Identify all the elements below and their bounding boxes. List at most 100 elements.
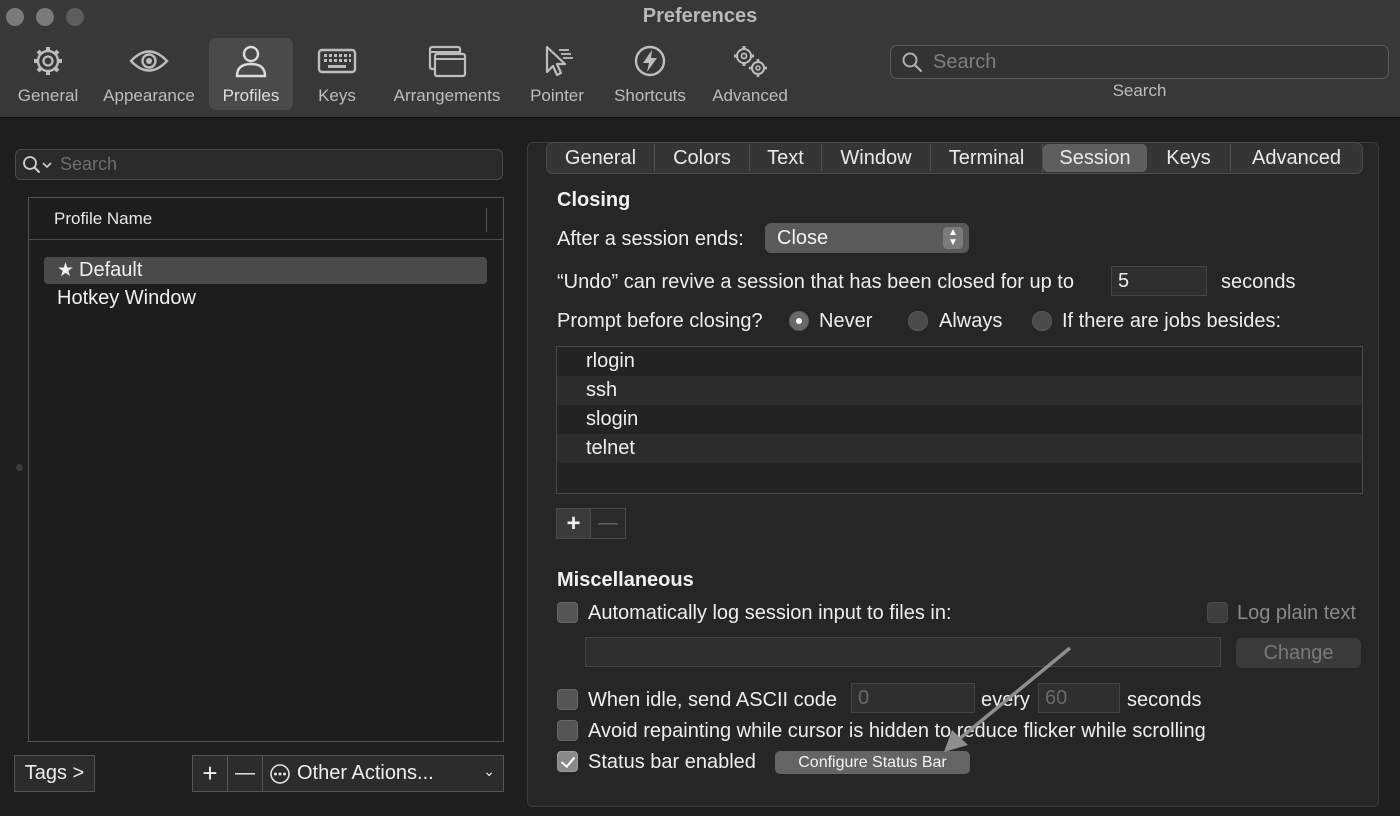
profile-search-field[interactable] <box>15 149 503 180</box>
gears-icon <box>734 46 767 77</box>
add-profile-button[interactable]: + <box>193 756 228 791</box>
log-plain-text-checkbox[interactable] <box>1207 602 1228 623</box>
add-job-button[interactable]: + <box>557 509 592 538</box>
tab-text[interactable]: Text <box>750 144 822 172</box>
preferences-search-input[interactable] <box>933 50 1363 74</box>
eye-icon <box>129 50 169 72</box>
tab-terminal[interactable]: Terminal <box>931 144 1043 172</box>
toolbar-general[interactable]: General <box>12 38 84 110</box>
radio-if-jobs-label: If there are jobs besides: <box>1062 310 1282 332</box>
ellipsis-circle-icon <box>270 763 290 784</box>
misc-section-title: Miscellaneous <box>557 569 694 591</box>
profile-row-label: Default <box>79 259 143 281</box>
avoid-repainting-label: Avoid repainting while cursor is hidden … <box>588 720 1206 742</box>
after-session-label: After a session ends: <box>557 228 744 250</box>
toolbar-general-label: General <box>17 86 79 105</box>
prompt-before-closing-label: Prompt before closing? <box>557 310 763 332</box>
after-session-select[interactable]: Close ▲ ▼ <box>765 223 969 253</box>
idle-seconds-field[interactable]: 60 <box>1038 683 1120 713</box>
profile-name-column-header: Profile Name <box>54 208 153 228</box>
profile-search-input[interactable] <box>60 154 490 175</box>
search-menu-icon[interactable] <box>22 155 54 175</box>
list-item[interactable]: ssh <box>557 376 1362 405</box>
radio-always-label: Always <box>939 310 1003 332</box>
toolbar-advanced[interactable]: Advanced <box>706 38 794 110</box>
pointer-icon <box>545 45 573 77</box>
configure-status-bar-button[interactable]: Configure Status Bar <box>775 751 970 774</box>
up-down-chevron-icon: ▲ ▼ <box>943 227 963 249</box>
idle-ascii-code-field[interactable]: 0 <box>851 683 975 713</box>
search-icon <box>902 52 923 73</box>
window-title: Preferences <box>642 5 758 27</box>
pane-splitter-handle[interactable] <box>16 464 23 471</box>
radio-never-label: Never <box>819 310 873 332</box>
tab-colors[interactable]: Colors <box>655 144 750 172</box>
list-item[interactable]: rlogin <box>557 347 1362 376</box>
gear-icon <box>34 47 62 75</box>
jobs-add-remove-group: + — <box>556 508 626 539</box>
chevron-down-icon: ⌄ <box>483 763 495 779</box>
change-log-directory-button[interactable]: Change <box>1236 638 1361 668</box>
closing-section-title: Closing <box>557 189 631 211</box>
log-session-label: Automatically log session input to files… <box>588 602 952 624</box>
toolbar-appearance[interactable]: Appearance <box>98 38 200 110</box>
idle-send-checkbox[interactable] <box>557 689 578 710</box>
toolbar-advanced-label: Advanced <box>712 86 788 105</box>
log-directory-field[interactable] <box>585 637 1221 667</box>
keyboard-icon <box>317 48 357 74</box>
remove-job-button[interactable]: — <box>591 509 625 538</box>
undo-seconds-unit: seconds <box>1221 271 1296 293</box>
search-caption: Search <box>1112 81 1167 100</box>
jobs-list: rlogin ssh slogin telnet <box>556 346 1363 494</box>
avoid-repainting-checkbox[interactable] <box>557 720 578 741</box>
status-bar-checkbox[interactable] <box>557 751 578 772</box>
profile-row-hotkey-window[interactable]: Hotkey Window <box>44 285 487 312</box>
other-actions-label: Other Actions... <box>297 762 434 784</box>
log-plain-text-label: Log plain text <box>1237 602 1356 624</box>
list-item[interactable]: telnet <box>557 434 1362 463</box>
tags-button[interactable]: Tags > <box>14 755 95 792</box>
preferences-search-field[interactable] <box>890 45 1389 79</box>
other-actions-menu[interactable]: Other Actions... ⌄ <box>263 756 503 791</box>
remove-profile-button[interactable]: — <box>228 756 263 791</box>
toolbar-keys[interactable]: Keys <box>305 38 369 110</box>
toolbar-pointer[interactable]: Pointer <box>522 38 592 110</box>
profile-tab-bar: General Colors Text Window Terminal Sess… <box>546 142 1363 174</box>
profile-actions-group: + — Other Actions... ⌄ <box>192 755 504 792</box>
profile-list: Profile Name ★ Default Hotkey Window <box>28 197 504 742</box>
tab-keys[interactable]: Keys <box>1147 144 1231 172</box>
status-bar-label: Status bar enabled <box>588 751 756 773</box>
radio-always[interactable] <box>908 311 928 331</box>
toolbar-shortcuts[interactable]: Shortcuts <box>606 38 694 110</box>
lightning-icon <box>634 45 666 77</box>
undo-label: “Undo” can revive a session that has bee… <box>557 271 1074 293</box>
star-icon: ★ <box>57 260 75 281</box>
undo-seconds-field[interactable]: 5 <box>1111 266 1207 296</box>
profile-list-header[interactable]: Profile Name <box>29 198 503 240</box>
tab-advanced[interactable]: Advanced <box>1231 144 1362 172</box>
idle-send-label: When idle, send ASCII code <box>588 689 838 711</box>
radio-if-jobs[interactable] <box>1032 311 1052 331</box>
column-divider <box>486 208 487 232</box>
toolbar-appearance-label: Appearance <box>103 86 195 105</box>
after-session-value: Close <box>777 226 829 249</box>
toolbar-arrangements[interactable]: Arrangements <box>386 38 508 110</box>
tab-session[interactable]: Session <box>1043 144 1147 172</box>
toolbar-profiles[interactable]: Profiles <box>209 38 293 110</box>
idle-seconds-unit: seconds <box>1127 689 1202 711</box>
person-icon <box>235 45 267 78</box>
log-session-checkbox[interactable] <box>557 602 578 623</box>
windows-icon <box>428 45 467 78</box>
tab-general[interactable]: General <box>547 144 655 172</box>
toolbar-shortcuts-label: Shortcuts <box>614 86 686 105</box>
preferences-toolbar: Preferences General Appearance Profiles … <box>0 0 1400 118</box>
tab-window[interactable]: Window <box>822 144 931 172</box>
toolbar-pointer-label: Pointer <box>530 86 584 105</box>
list-item[interactable]: slogin <box>557 405 1362 434</box>
profile-row-label: Hotkey Window <box>57 287 196 309</box>
toolbar-keys-label: Keys <box>318 86 356 105</box>
toolbar-profiles-label: Profiles <box>222 86 280 105</box>
radio-never[interactable] <box>789 311 809 331</box>
profile-row-default[interactable]: ★ Default <box>44 257 487 284</box>
idle-every-label: every <box>981 689 1030 711</box>
